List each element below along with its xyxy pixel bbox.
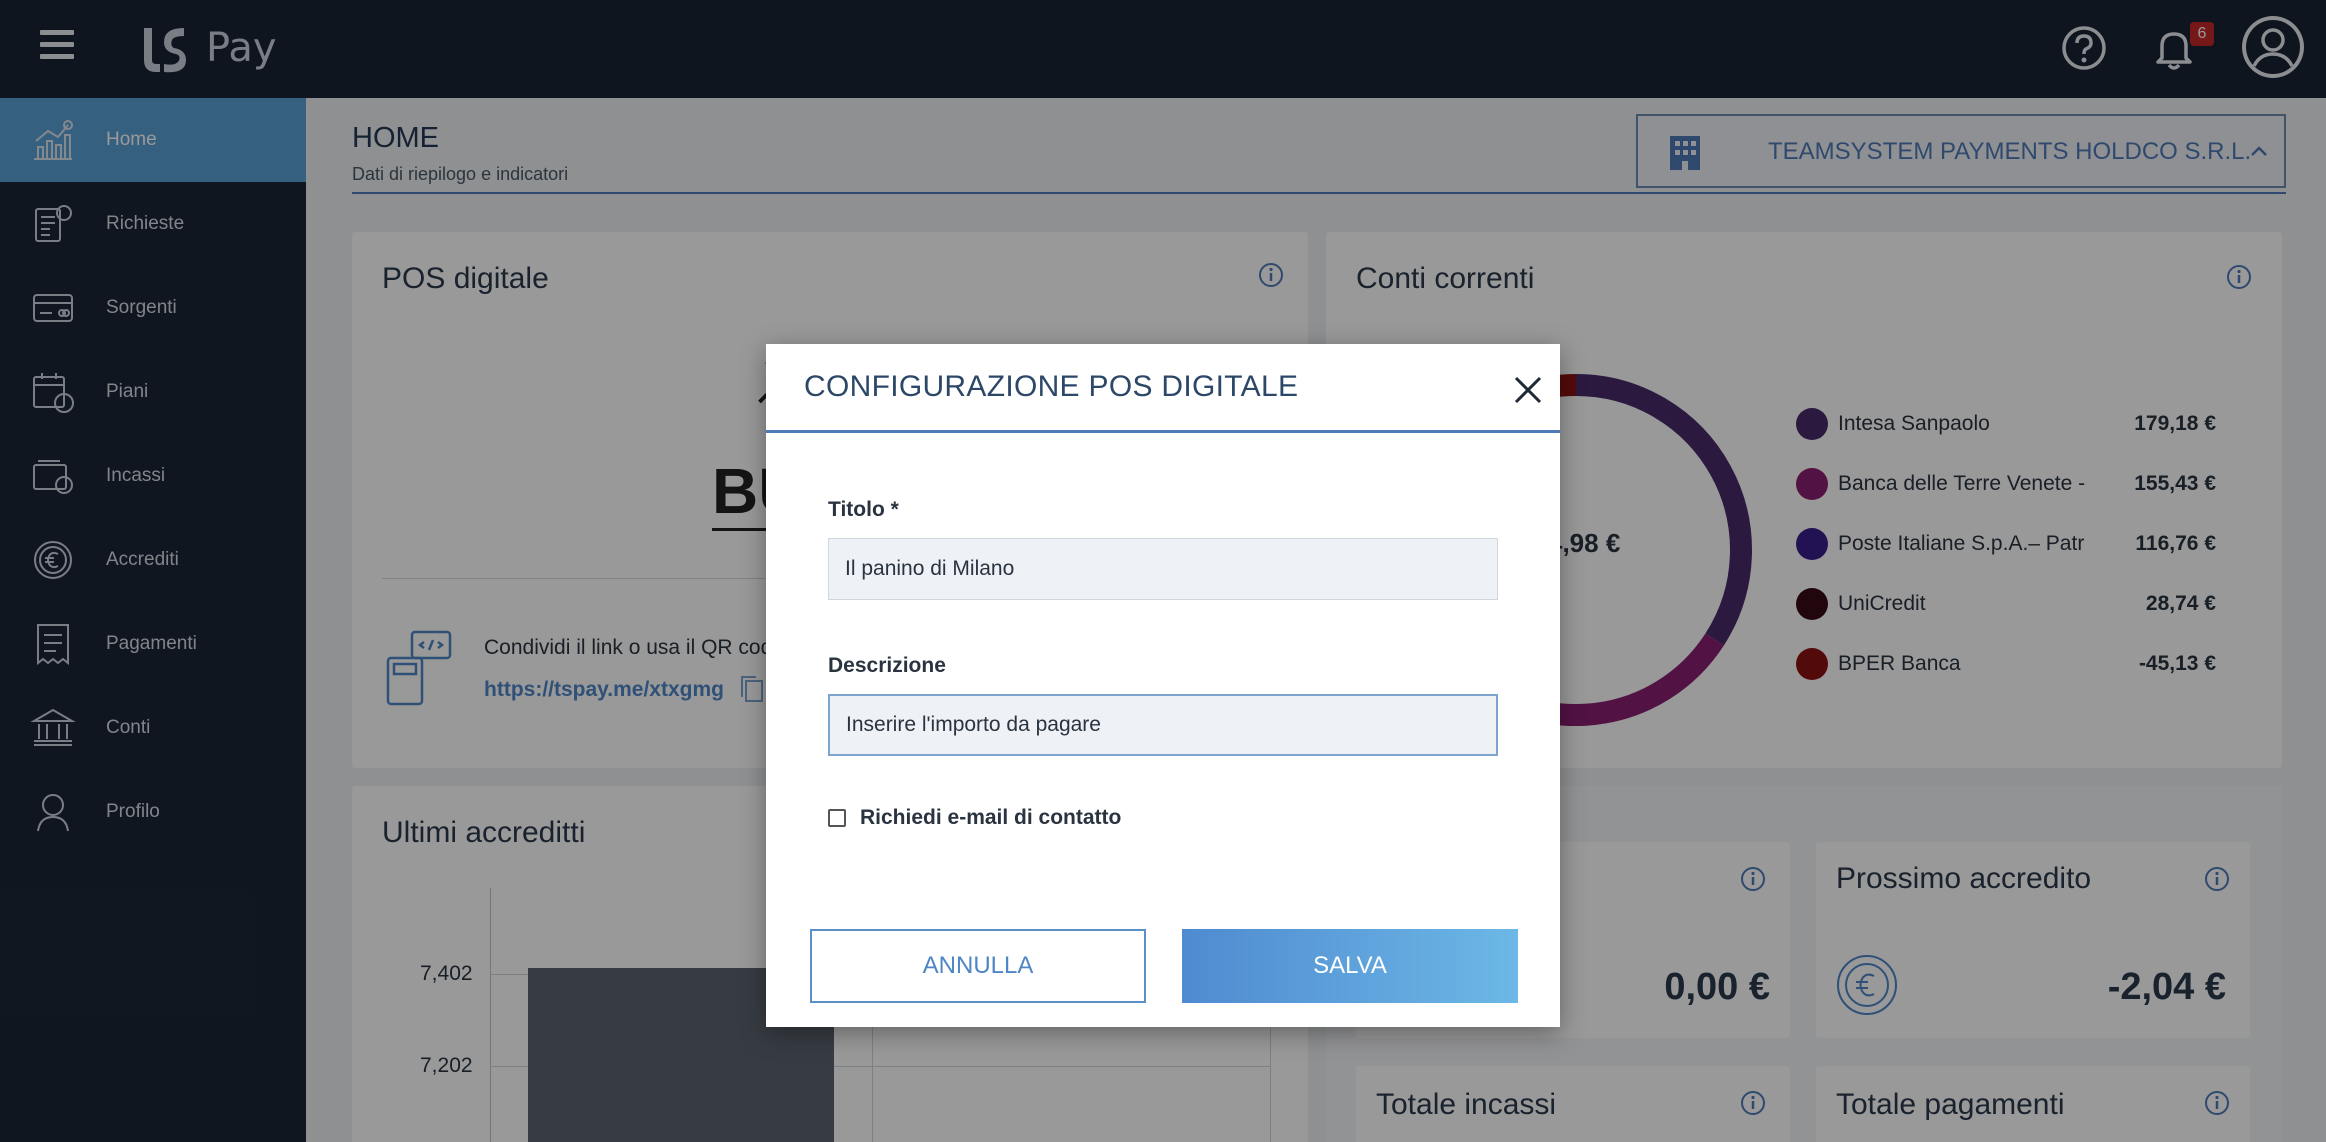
contact-email-option: Richiedi e-mail di contatto: [828, 806, 1121, 830]
description-field-label: Descrizione: [828, 654, 946, 677]
title-field-label: Titolo *: [828, 498, 899, 521]
dialog-divider: [766, 430, 1560, 433]
pos-config-dialog: CONFIGURAZIONE POS DIGITALE Titolo * Des…: [766, 344, 1560, 1027]
contact-email-label: Richiedi e-mail di contatto: [860, 806, 1122, 829]
title-field[interactable]: [828, 538, 1498, 600]
dialog-title: CONFIGURAZIONE POS DIGITALE: [804, 370, 1299, 403]
contact-email-checkbox[interactable]: [828, 809, 846, 827]
save-button[interactable]: SALVA: [1182, 929, 1518, 1003]
close-icon[interactable]: [1510, 372, 1546, 408]
description-field[interactable]: [828, 694, 1498, 756]
cancel-button[interactable]: ANNULLA: [810, 929, 1146, 1003]
